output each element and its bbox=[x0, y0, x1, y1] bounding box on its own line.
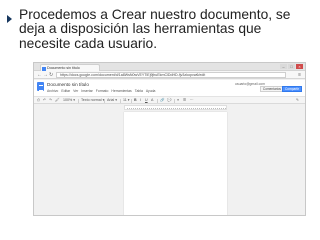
back-arrow-icon[interactable]: ← bbox=[37, 71, 42, 79]
toolbar-separator bbox=[157, 98, 158, 103]
more-options-icon[interactable]: ⋯ bbox=[190, 97, 194, 104]
italic-button[interactable]: I bbox=[140, 97, 141, 104]
slide-bullet-text: Procedemos a Crear nuestro documento, se… bbox=[19, 7, 291, 51]
docs-favicon-icon bbox=[42, 66, 46, 71]
browser-tab[interactable]: Documento sin título bbox=[40, 64, 100, 71]
comment-icon[interactable]: 💬 bbox=[167, 97, 171, 104]
style-select[interactable]: Texto normal ▾ bbox=[81, 97, 104, 104]
font-size-select[interactable]: 11 ▾ bbox=[123, 97, 130, 104]
paint-format-icon[interactable]: 🖌 bbox=[55, 97, 60, 104]
toolbar-separator bbox=[104, 98, 105, 103]
underline-button[interactable]: U bbox=[145, 97, 148, 104]
address-row: ← → ↻ https://docs.google.com/document/d… bbox=[34, 71, 305, 79]
print-icon[interactable]: ⎙ bbox=[37, 97, 40, 104]
reload-icon[interactable]: ↻ bbox=[49, 71, 53, 79]
tab-title: Documento sin título bbox=[47, 66, 80, 70]
toolbar-separator bbox=[78, 98, 79, 103]
menu-item-ver[interactable]: Ver bbox=[73, 89, 78, 93]
close-button[interactable]: × bbox=[296, 64, 303, 69]
url-bar[interactable]: https://docs.google.com/document/d/1a8Ws… bbox=[56, 72, 286, 78]
window-controls: – □ × bbox=[280, 64, 303, 70]
menu-item-herramientas[interactable]: Herramientas bbox=[111, 89, 131, 93]
text-color-button[interactable]: A bbox=[151, 97, 153, 104]
menu-item-tabla[interactable]: Tabla bbox=[135, 89, 143, 93]
browser-tabstrip: Documento sin título – □ × bbox=[34, 63, 305, 71]
bullet-arrow-icon bbox=[7, 15, 12, 23]
browser-screenshot: Documento sin título – □ × ← → ↻ https:/… bbox=[33, 62, 306, 216]
link-icon[interactable]: 🔗 bbox=[160, 97, 164, 104]
toolbar-separator bbox=[120, 98, 121, 103]
menu-item-ayuda[interactable]: Ayuda bbox=[146, 89, 156, 93]
browser-menu-icon[interactable]: ≡ bbox=[298, 71, 301, 79]
font-select[interactable]: Arial ▾ bbox=[107, 97, 117, 104]
docs-header: Documento sin título Archivo Editar Ver … bbox=[34, 80, 305, 96]
menu-item-formato[interactable]: Formato bbox=[96, 89, 109, 93]
ruler-ticks bbox=[127, 107, 226, 109]
docs-menu-bar: Archivo Editar Ver Insertar Formato Herr… bbox=[47, 89, 155, 93]
align-icon[interactable]: ≡ bbox=[177, 97, 179, 104]
toolbar-separator bbox=[174, 98, 175, 103]
minimize-button[interactable]: – bbox=[280, 64, 287, 69]
editing-mode-icon[interactable]: ✎ bbox=[296, 97, 299, 104]
share-button[interactable]: Compartir bbox=[282, 86, 302, 92]
document-title[interactable]: Documento sin título bbox=[47, 82, 89, 87]
document-page[interactable] bbox=[124, 112, 227, 215]
list-icon[interactable]: ☰ bbox=[183, 97, 186, 104]
comments-button[interactable]: Comentarios bbox=[259, 86, 284, 92]
undo-icon[interactable]: ↶ bbox=[43, 97, 46, 104]
menu-item-insertar[interactable]: Insertar bbox=[81, 89, 93, 93]
redo-icon[interactable]: ↷ bbox=[49, 97, 52, 104]
ruler[interactable] bbox=[124, 105, 227, 110]
forward-arrow-icon[interactable]: → bbox=[43, 71, 48, 79]
menu-item-archivo[interactable]: Archivo bbox=[47, 89, 58, 93]
google-docs-logo-icon[interactable] bbox=[37, 82, 44, 91]
toolbar-separator bbox=[131, 98, 132, 103]
menu-item-editar[interactable]: Editar bbox=[61, 89, 70, 93]
formatting-toolbar: ⎙ ↶ ↷ 🖌 100% ▾ Texto normal ▾ Arial ▾ 11… bbox=[34, 96, 305, 104]
zoom-select[interactable]: 100% ▾ bbox=[63, 97, 75, 104]
bold-button[interactable]: B bbox=[134, 97, 137, 104]
maximize-button[interactable]: □ bbox=[288, 64, 295, 69]
